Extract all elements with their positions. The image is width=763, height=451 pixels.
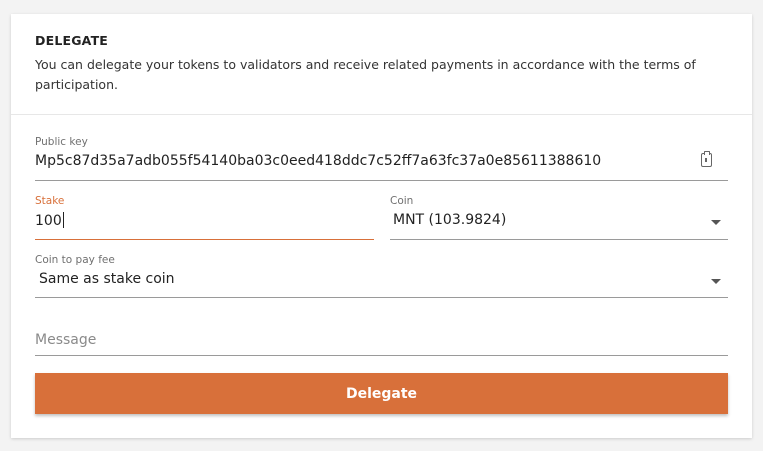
chevron-down-icon[interactable]: [711, 279, 721, 284]
public-key-field[interactable]: Public key Mp5c87d35a7adb055f54140ba03c0…: [35, 136, 728, 181]
page-description: You can delegate your tokens to validato…: [35, 57, 696, 92]
fee-coin-label: Coin to pay fee: [35, 254, 115, 266]
fee-coin-value: Same as stake coin: [39, 271, 175, 287]
delegate-button[interactable]: Delegate: [35, 373, 728, 414]
chevron-down-icon[interactable]: [711, 220, 721, 225]
delegate-card: DELEGATE You can delegate your tokens to…: [11, 14, 752, 438]
page-title: DELEGATE: [35, 33, 109, 48]
card-header: DELEGATE You can delegate your tokens to…: [11, 14, 752, 115]
stake-value: 100: [35, 213, 62, 229]
public-key-label: Public key: [35, 136, 88, 148]
stake-input[interactable]: 100: [35, 212, 64, 229]
stake-field[interactable]: Stake 100: [35, 195, 374, 240]
message-field[interactable]: Message: [35, 324, 728, 356]
coin-value: MNT (103.9824): [393, 212, 507, 228]
coin-label: Coin: [390, 195, 414, 207]
stake-label: Stake: [35, 195, 65, 207]
text-caret: [62, 212, 64, 228]
public-key-value: Mp5c87d35a7adb055f54140ba03c0eed418ddc7c…: [35, 153, 602, 169]
fee-coin-select[interactable]: Coin to pay fee Same as stake coin: [35, 254, 728, 298]
clipboard-paste-icon[interactable]: [701, 151, 712, 167]
coin-select[interactable]: Coin MNT (103.9824): [390, 195, 728, 240]
message-placeholder: Message: [35, 332, 97, 348]
